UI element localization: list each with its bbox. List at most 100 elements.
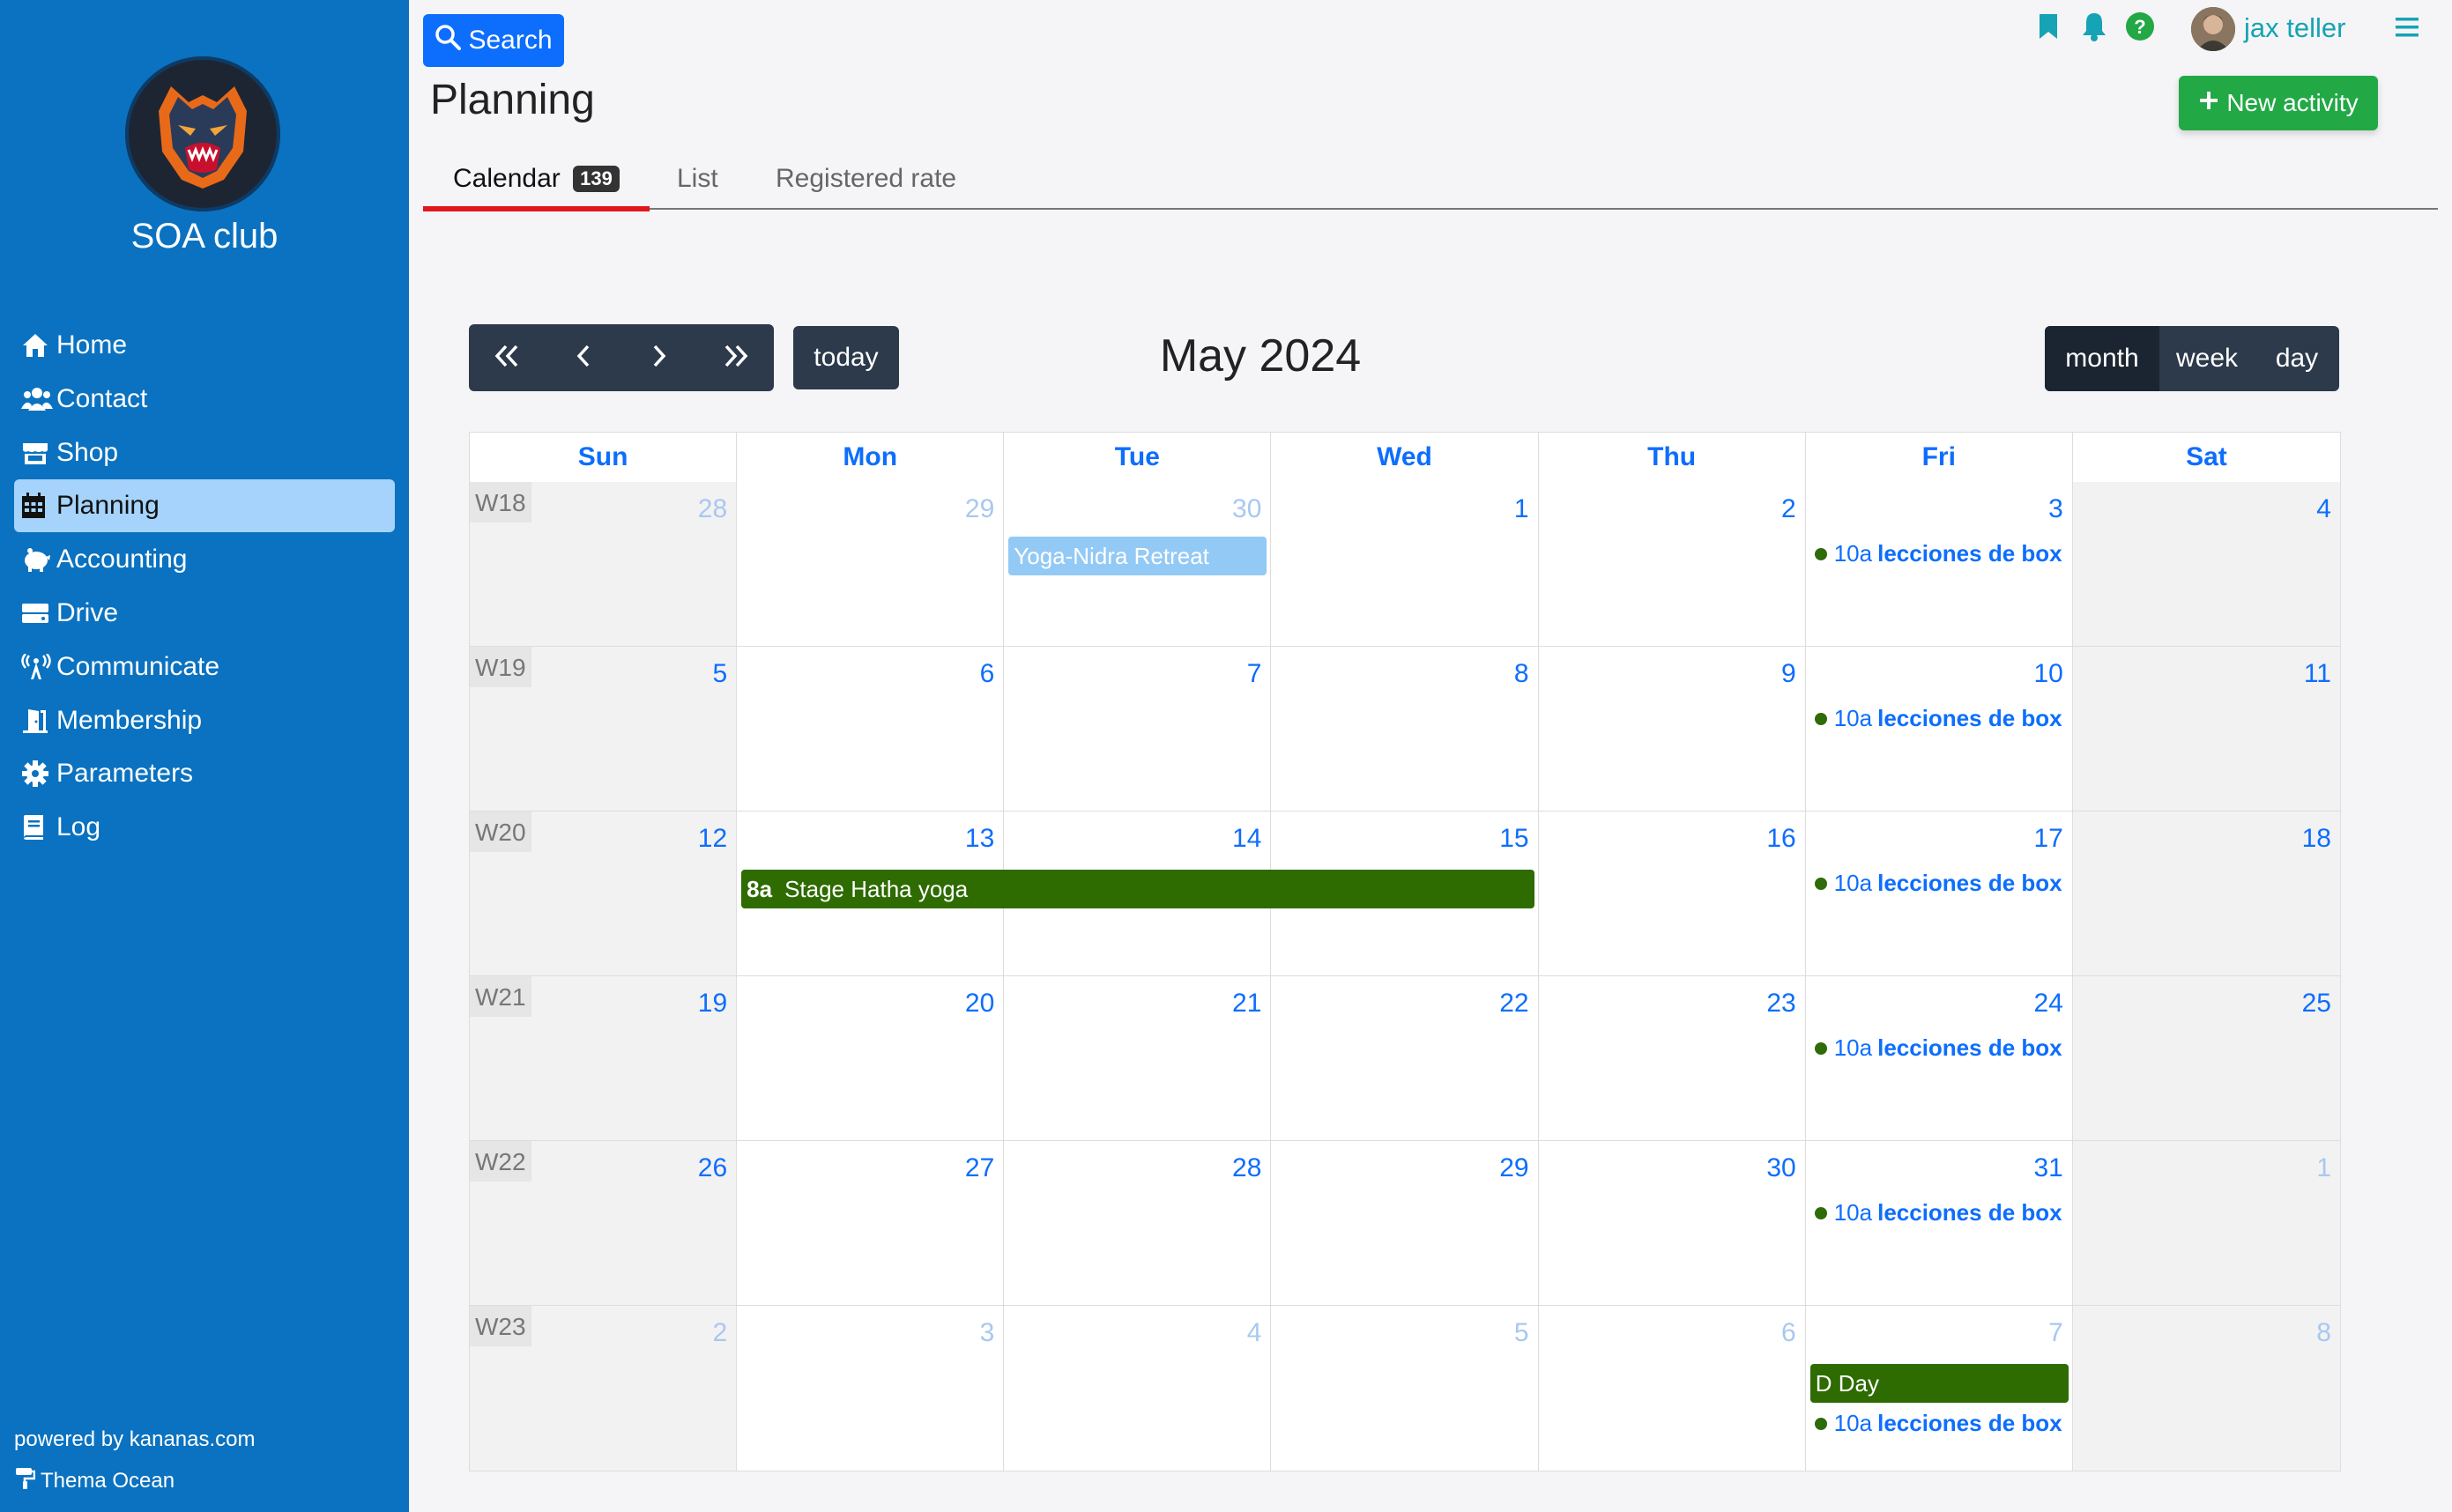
day-number[interactable]: 2 [1781,494,1796,524]
club-logo[interactable] [125,56,280,211]
day-number[interactable]: 14 [1232,824,1261,854]
view-day-button[interactable]: day [2255,326,2339,391]
day-number[interactable]: 29 [965,494,994,524]
tab-list[interactable]: List [677,164,718,206]
day-cell[interactable]: 22 [1271,976,1539,1141]
day-number[interactable]: 5 [712,659,727,689]
next-month-button[interactable] [621,324,698,391]
day-number[interactable]: 29 [1499,1153,1528,1183]
menu-icon[interactable] [2394,14,2422,41]
day-number[interactable]: 15 [1499,824,1528,854]
week-number[interactable]: W22 [470,1141,531,1182]
day-number[interactable]: 30 [1766,1153,1795,1183]
day-number[interactable]: 18 [2302,824,2331,854]
day-cell[interactable]: 23 [1538,976,1806,1141]
day-cell[interactable]: 18 [2072,812,2340,976]
day-number[interactable]: 28 [1232,1153,1261,1183]
day-number[interactable]: 16 [1766,824,1795,854]
event-lecciones-de-box[interactable]: 10a lecciones de box [1814,705,2069,732]
bookmark-icon[interactable] [2032,11,2064,42]
day-cell[interactable]: 2 W23 [470,1306,738,1471]
sidebar-item-planning[interactable]: Planning [14,479,395,533]
day-cell[interactable]: 4 [1004,1306,1272,1471]
day-number[interactable]: 6 [1781,1318,1796,1348]
event-d-day[interactable]: D Day [1809,1364,2069,1403]
week-number[interactable]: W19 [470,647,531,687]
week-number[interactable]: W23 [470,1306,531,1346]
day-number[interactable]: 24 [2033,989,2062,1019]
day-number[interactable]: 25 [2302,989,2331,1019]
sidebar-item-membership[interactable]: Membership [14,694,395,747]
day-number[interactable]: 1 [1514,494,1529,524]
day-cell[interactable]: 27 [737,1141,1005,1306]
event-lecciones-de-box[interactable]: 10a lecciones de box [1814,1199,2069,1227]
day-cell[interactable]: 28 [1004,1141,1272,1306]
day-number[interactable]: 23 [1766,989,1795,1019]
sidebar-item-communicate[interactable]: Communicate [14,641,395,693]
day-cell[interactable]: 5 W19 [470,647,738,812]
day-number[interactable]: 11 [2304,659,2331,689]
powered-by-link[interactable]: powered by kananas.com [14,1427,256,1452]
sidebar-item-drive[interactable]: Drive [14,587,395,640]
day-cell[interactable]: 1 [2072,1141,2340,1306]
day-number[interactable]: 31 [2033,1153,2062,1183]
day-number[interactable]: 8 [1514,659,1529,689]
day-number[interactable]: 22 [1499,989,1528,1019]
day-number[interactable]: 7 [1247,659,1262,689]
day-number[interactable]: 3 [980,1318,995,1348]
day-cell[interactable]: 29 [1271,1141,1539,1306]
day-cell[interactable]: 6 [1538,1306,1806,1471]
day-cell[interactable]: 8 [1271,647,1539,812]
day-cell[interactable]: 26 W22 [470,1141,738,1306]
next-year-button[interactable] [698,324,775,391]
day-number[interactable]: 2 [712,1318,727,1348]
day-number[interactable]: 20 [965,989,994,1019]
day-cell[interactable]: 21 [1004,976,1272,1141]
sidebar-item-contact[interactable]: Contact [14,373,395,426]
prev-month-button[interactable] [546,324,622,391]
event-yoga-nidra-retreat[interactable]: Yoga-Nidra Retreat [1008,537,1267,575]
day-number[interactable]: 26 [698,1153,727,1183]
day-cell[interactable]: 5 [1271,1306,1539,1471]
view-week-button[interactable]: week [2159,326,2255,391]
day-number[interactable]: 27 [965,1153,994,1183]
event-lecciones-de-box[interactable]: 10a lecciones de box [1814,870,2069,897]
week-number[interactable]: W18 [470,482,531,523]
sidebar-item-home[interactable]: Home [14,319,395,372]
day-number[interactable]: 8 [2316,1318,2331,1348]
bell-icon[interactable] [2078,11,2110,42]
day-number[interactable]: 7 [2048,1318,2063,1348]
event-lecciones-de-box[interactable]: 10a lecciones de box [1814,540,2069,567]
day-number[interactable]: 19 [698,989,727,1019]
day-cell[interactable]: 28 W18 [470,482,738,647]
day-cell[interactable]: 4 [2072,482,2340,647]
day-number[interactable]: 12 [698,824,727,854]
sidebar-item-parameters[interactable]: Parameters [14,747,395,800]
search-button[interactable]: Search [423,14,564,67]
day-number[interactable]: 1 [2316,1153,2331,1183]
view-month-button[interactable]: month [2045,326,2159,391]
tab-registered-rate[interactable]: Registered rate [776,164,956,206]
day-cell[interactable]: 11 [2072,647,2340,812]
day-cell[interactable]: 9 [1538,647,1806,812]
day-number[interactable]: 5 [1514,1318,1529,1348]
day-number[interactable]: 9 [1781,659,1796,689]
day-cell[interactable]: 2 [1538,482,1806,647]
day-number[interactable]: 13 [965,824,994,854]
help-icon[interactable]: ? [2124,11,2156,42]
avatar[interactable] [2191,7,2235,51]
day-number[interactable]: 30 [1232,494,1261,524]
sidebar-item-shop[interactable]: Shop [14,426,395,479]
event-lecciones-de-box[interactable]: 10a lecciones de box [1814,1410,2069,1437]
day-cell[interactable]: 7 [1004,647,1272,812]
day-cell[interactable]: 19 W21 [470,976,738,1141]
day-cell[interactable]: 25 [2072,976,2340,1141]
day-cell[interactable]: 3 [737,1306,1005,1471]
event-lecciones-de-box[interactable]: 10a lecciones de box [1814,1034,2069,1062]
day-cell[interactable]: 12 W20 [470,812,738,976]
day-number[interactable]: 4 [1247,1318,1262,1348]
user-menu[interactable]: jax teller [2244,12,2345,44]
prev-year-button[interactable] [469,324,546,391]
day-number[interactable]: 17 [2033,824,2062,854]
day-number[interactable]: 4 [2316,494,2331,524]
